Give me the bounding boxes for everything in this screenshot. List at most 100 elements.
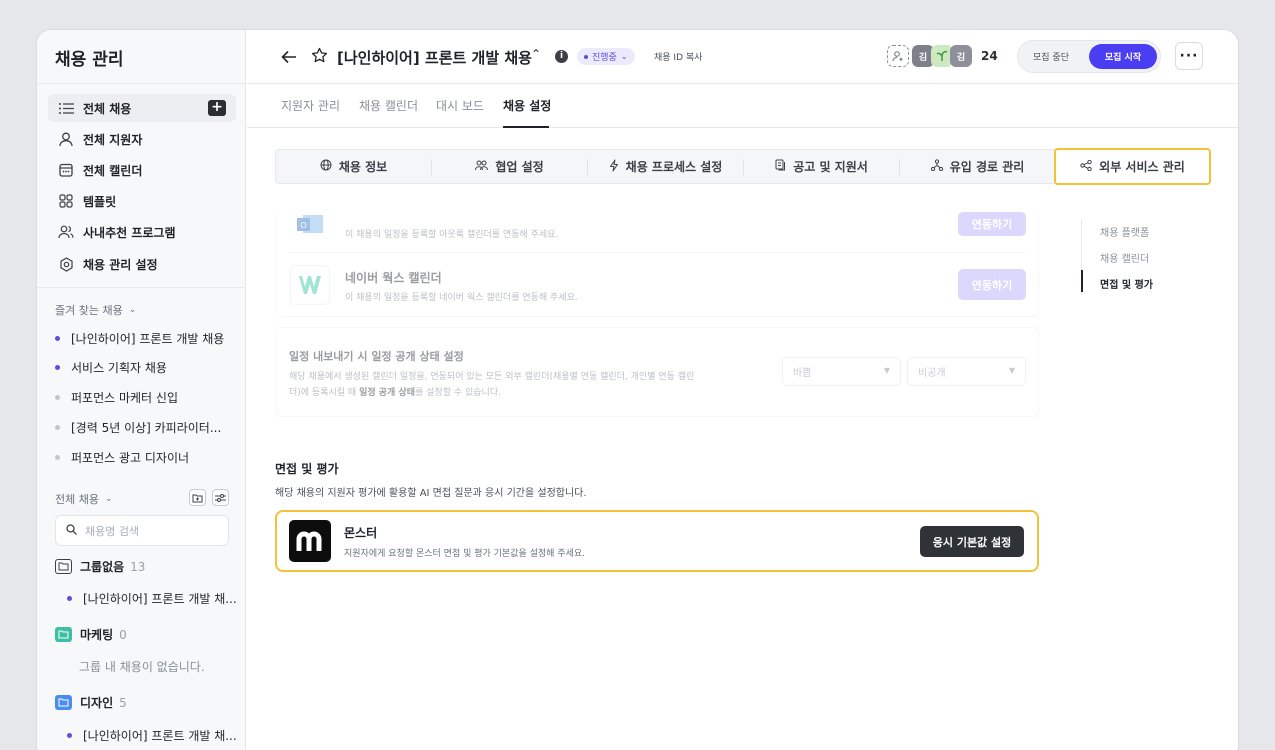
main-content: [나인하이어] 프론트 개발 채용 ⌃ i 진행중 ⌄ 채용 ID 복사 김 김… [247,30,1238,750]
collaborator-avatars[interactable]: 김 김 24 [887,45,998,67]
visibility-select[interactable]: 비공개 ▼ [907,357,1026,386]
folder-icon [55,627,72,642]
member-count: 24 [981,49,998,63]
busy-select[interactable]: 바쁨 ▼ [782,357,901,386]
nav-all-calendar[interactable]: 전체 캘린더 [48,156,236,184]
nav-all-jobs[interactable]: 전체 채용 + [48,94,236,122]
all-jobs-header[interactable]: 전체 채용 ⌄ [55,491,113,507]
tab-dashboard[interactable]: 대시 보드 [436,97,484,114]
favorite-item[interactable]: 퍼포먼스 마케터 신입 [55,389,178,406]
group-name: 마케팅 [80,628,114,642]
favorites-header[interactable]: 즐겨 찾는 채용 ⌄ [55,302,136,318]
recruit-toggle: 모집 중단 모집 시작 [1017,40,1161,73]
share-icon [1080,159,1092,174]
all-jobs-title: 전체 채용 [55,493,99,506]
copy-id-link[interactable]: 채용 ID 복사 [654,50,702,63]
divider [288,252,1026,253]
filter-icon[interactable] [212,489,229,506]
naver-works-logo [290,265,330,305]
favorite-item[interactable]: [경력 5년 이상] 카피라이터... [55,419,221,436]
tab-label: 유입 경로 관리 [949,160,1025,174]
interview-section-desc: 해당 채용의 지원자 평가에 활용할 AI 면접 질문과 응시 기간을 설정합니… [275,488,587,499]
toc-item-calendar[interactable]: 채용 캘린더 [1100,250,1149,265]
nav-label: 전체 캘린더 [83,163,143,178]
group-design[interactable]: 디자인 5 [55,694,127,711]
tab-inflow[interactable]: 유입 경로 관리 [900,150,1055,183]
outlook-desc: 이 채용의 일정을 등록할 아웃룩 캘린더를 연동해 주세요. [345,230,559,240]
svg-text:O: O [300,221,306,230]
calendar-icon [58,162,74,178]
service-desc: 지원자에게 요청할 몬스터 면접 및 평가 기본값을 설정해 주세요. [344,549,586,559]
tab-label: 채용 정보 [338,160,388,174]
desc-bold: 일정 공개 상태 [359,388,416,398]
tab-collaboration[interactable]: 협업 설정 [432,150,587,183]
back-arrow-icon[interactable] [281,49,297,68]
tab-process[interactable]: 채용 프로세스 설정 [588,150,743,183]
tab-label: 협업 설정 [495,160,544,174]
nav-templates[interactable]: 템플릿 [48,187,236,215]
stop-recruit-button[interactable]: 모집 중단 [1033,50,1069,63]
job-header: [나인하이어] 프론트 개발 채용 ⌃ i 진행중 ⌄ 채용 ID 복사 김 김… [247,30,1238,84]
job-search-input[interactable]: 채용명 검색 [55,515,229,546]
nav-label: 사내추천 프로그램 [83,225,176,240]
tab-calendar[interactable]: 채용 캘린더 [359,97,418,114]
nav-all-applicants[interactable]: 전체 지원자 [48,125,236,153]
service-name: 몬스터 [344,526,378,540]
export-desc-line2: 더)에 등록시킬 때 일정 공개 상태를 설정할 수 있습니다. [289,385,769,398]
status-badge[interactable]: 진행중 ⌄ [577,48,635,65]
page-title: [나인하이어] 프론트 개발 채용 [337,49,532,67]
status-dot [55,336,60,341]
favorite-item[interactable]: 서비스 기획자 채용 [55,359,167,376]
folder-icon [55,559,72,574]
toc-item-interview[interactable]: 면접 및 평가 [1100,276,1153,291]
sidebar: 채용 관리 전체 채용 + 전체 지원자 전체 캘린더 템플릿 사내추천 프로그… [37,30,246,750]
favorite-item[interactable]: 퍼포먼스 광고 디자이너 [55,449,189,466]
divider [37,287,246,288]
naver-calendar-name: 네이버 웍스 캘린더 [345,271,442,285]
group-job-item[interactable]: [나인하이어] 프론트 개발 채... [67,727,237,744]
chevron-up-icon[interactable]: ⌃ [531,47,541,61]
add-folder-icon[interactable] [189,489,206,506]
globe-icon [320,159,332,174]
add-job-button[interactable]: + [208,100,226,116]
interview-section-title: 면접 및 평가 [275,462,339,476]
nav-referral-program[interactable]: 사내추천 프로그램 [48,218,236,246]
export-desc-line1: 해당 채용에서 생성된 캘린더 일정을, 연동되어 있는 모든 외부 캘린더(채… [289,372,695,382]
app-window: 채용 관리 전체 채용 + 전체 지원자 전체 캘린더 템플릿 사내추천 프로그… [37,30,1238,750]
group-name: 디자인 [80,696,114,710]
start-recruit-button[interactable]: 모집 시작 [1089,44,1157,69]
group-marketing[interactable]: 마케팅 0 [55,626,127,643]
outlook-logo: O [290,210,330,240]
grid-icon [58,193,74,209]
star-icon[interactable] [311,47,328,68]
group-count: 0 [119,627,127,642]
tab-external-services[interactable]: 외부 서비스 관리 [1054,148,1211,185]
naver-desc: 이 채용의 일정을 등록할 네이버 웍스 캘린더를 연동해 주세요. [345,293,578,303]
add-member-icon[interactable] [887,45,909,67]
outlook-connect-button[interactable]: 연동하기 [958,212,1026,236]
tab-recruit-settings[interactable]: 채용 설정 [503,97,551,114]
tab-job-info[interactable]: 채용 정보 [276,150,431,183]
nav-recruit-settings[interactable]: 채용 관리 설정 [48,250,236,278]
info-icon[interactable]: i [555,50,568,63]
nav-label: 전체 채용 [83,101,132,116]
select-value: 비공개 [918,368,946,379]
toc-item-platform[interactable]: 채용 플랫폼 [1100,224,1149,239]
status-dot [55,365,60,370]
tab-applicants[interactable]: 지원자 관리 [281,97,340,114]
more-options-icon[interactable]: ··· [1175,42,1203,70]
caret-down-icon: ▼ [883,366,890,375]
default-settings-button[interactable]: 응시 기본값 설정 [920,526,1024,557]
tab-posting[interactable]: 공고 및 지원서 [744,150,899,183]
nav-label: 템플릿 [83,194,117,209]
monster-service-card: 몬스터 지원자에게 요청할 몬스터 면접 및 평가 기본값을 설정해 주세요. … [275,510,1039,572]
favorite-label: 서비스 기획자 채용 [71,361,167,375]
naver-connect-button[interactable]: 연동하기 [958,269,1026,300]
chevron-down-icon: ⌄ [104,494,113,504]
export-visibility-card: 일정 내보내기 시 일정 공개 상태 설정 해당 채용에서 생성된 캘린더 일정… [275,327,1039,417]
tab-label: 외부 서비스 관리 [1099,160,1185,174]
favorite-item[interactable]: [나인하이어] 프론트 개발 채용 [55,330,224,347]
sub-tabs: 지원자 관리 채용 캘린더 대시 보드 채용 설정 [247,84,1238,128]
group-none[interactable]: 그룹없음 13 [55,558,145,575]
group-job-item[interactable]: [나인하이어] 프론트 개발 채... [67,590,237,607]
